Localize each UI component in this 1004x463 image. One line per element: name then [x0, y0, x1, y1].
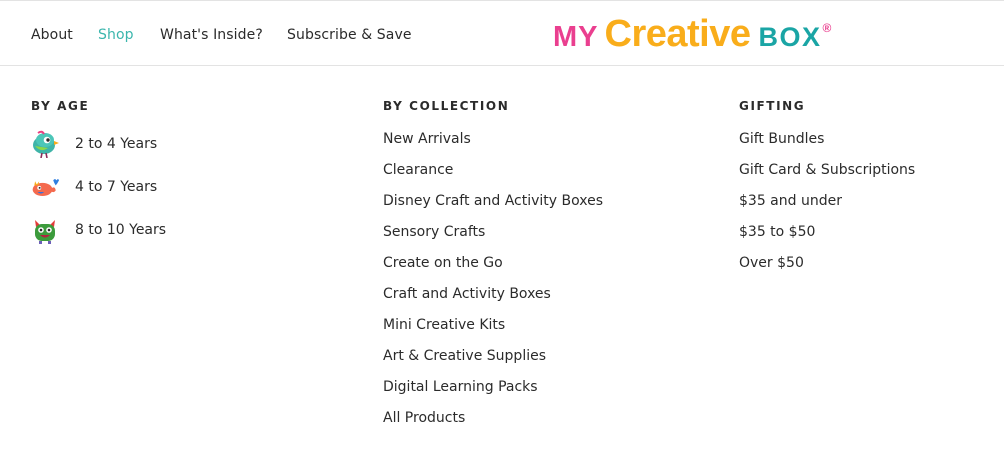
collection-link-disney[interactable]: Disney Craft and Activity Boxes — [383, 192, 603, 223]
age-item-8-to-10[interactable]: 8 to 10 Years — [31, 216, 231, 244]
collection-link-mini-kits[interactable]: Mini Creative Kits — [383, 316, 603, 347]
by-age-heading: BY AGE — [31, 99, 90, 113]
age-item-label: 2 to 4 Years — [75, 136, 158, 152]
gifting-link-35-under[interactable]: $35 and under — [739, 192, 915, 223]
brand-logo[interactable]: MY Creative BOX® — [553, 11, 831, 57]
gifting-link-35-to-50[interactable]: $35 to $50 — [739, 223, 915, 254]
gifting-link-over-50[interactable]: Over $50 — [739, 254, 915, 285]
collection-link-craft-activity-boxes[interactable]: Craft and Activity Boxes — [383, 285, 603, 316]
nav-subscribe-link[interactable]: Subscribe & Save — [287, 27, 412, 43]
whale-mascot-icon — [32, 179, 59, 197]
top-navigation-bar: About Shop What's Inside? Subscribe & Sa… — [0, 0, 1004, 66]
monster-mascot-icon — [35, 220, 55, 244]
logo-text-box: BOX — [758, 22, 822, 52]
gifting-link-gift-card[interactable]: Gift Card & Subscriptions — [739, 161, 915, 192]
logo-text-creative: Creative — [604, 13, 751, 55]
collection-link-clearance[interactable]: Clearance — [383, 161, 603, 192]
bird-mascot-icon — [33, 130, 59, 158]
gifting-link-list: Gift Bundles Gift Card & Subscriptions $… — [739, 130, 915, 285]
age-item-label: 4 to 7 Years — [75, 179, 158, 195]
collection-link-create-on-the-go[interactable]: Create on the Go — [383, 254, 603, 285]
collection-link-all-products[interactable]: All Products — [383, 409, 603, 440]
registered-mark: ® — [822, 20, 832, 35]
gifting-link-bundles[interactable]: Gift Bundles — [739, 130, 915, 161]
nav-about-link[interactable]: About — [31, 27, 73, 43]
gifting-heading: GIFTING — [739, 99, 806, 113]
collection-link-sensory[interactable]: Sensory Crafts — [383, 223, 603, 254]
nav-whats-inside-link[interactable]: What's Inside? — [160, 27, 263, 43]
nav-shop-link[interactable]: Shop — [98, 27, 134, 43]
logo-text-my: MY — [553, 21, 599, 53]
age-item-2-to-4[interactable]: 2 to 4 Years — [31, 130, 231, 158]
age-item-label: 8 to 10 Years — [75, 222, 167, 238]
collection-link-art-supplies[interactable]: Art & Creative Supplies — [383, 347, 603, 378]
collection-link-list: New Arrivals Clearance Disney Craft and … — [383, 130, 603, 440]
by-collection-heading: BY COLLECTION — [383, 99, 510, 113]
age-item-4-to-7[interactable]: 4 to 7 Years — [31, 173, 231, 201]
collection-link-digital-packs[interactable]: Digital Learning Packs — [383, 378, 603, 409]
collection-link-new-arrivals[interactable]: New Arrivals — [383, 130, 603, 161]
